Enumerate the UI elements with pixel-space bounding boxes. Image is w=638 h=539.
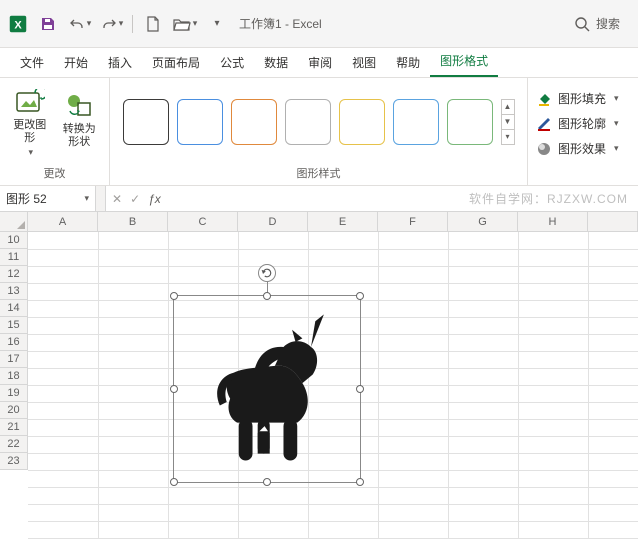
shape-fill-button[interactable]: 图形填充▾	[536, 90, 619, 107]
resize-handle-ne[interactable]	[356, 292, 364, 300]
column-headers[interactable]: ABCDEFGH	[28, 212, 638, 232]
gallery-up-icon[interactable]: ▲	[502, 100, 514, 115]
resize-handle-n[interactable]	[263, 292, 271, 300]
row-header[interactable]: 11	[0, 249, 28, 266]
cancel-icon[interactable]: ✕	[112, 192, 122, 206]
row-header[interactable]: 10	[0, 232, 28, 249]
change-graphic-button[interactable]: 更改图形▾	[8, 87, 52, 157]
column-header[interactable]: H	[518, 212, 588, 232]
tab-file[interactable]: 文件	[10, 48, 54, 77]
redo-button[interactable]: ▾	[98, 10, 126, 38]
column-header[interactable]: A	[28, 212, 98, 232]
undo-button[interactable]: ▾	[66, 10, 94, 38]
qat-customize-button[interactable]: ▾	[203, 10, 231, 38]
style-preset-0[interactable]	[123, 99, 169, 145]
style-preset-5[interactable]	[393, 99, 439, 145]
style-preset-6[interactable]	[447, 99, 493, 145]
row-header[interactable]: 19	[0, 385, 28, 402]
gallery-down-icon[interactable]: ▼	[502, 115, 514, 130]
formula-bar[interactable]: ✕ ✓ ƒx 软件自学网：RJZXW.COM	[106, 186, 638, 211]
tab-shape-format[interactable]: 图形格式	[430, 46, 498, 77]
document-title: 工作簿1 - Excel	[239, 15, 322, 32]
tab-view[interactable]: 视图	[342, 48, 386, 77]
tab-page-layout[interactable]: 页面布局	[142, 48, 210, 77]
resize-handle-nw[interactable]	[170, 292, 178, 300]
row-header[interactable]: 23	[0, 453, 28, 470]
excel-logo-icon: X	[6, 12, 30, 36]
row-header[interactable]: 12	[0, 266, 28, 283]
style-preset-4[interactable]	[339, 99, 385, 145]
row-header[interactable]: 20	[0, 402, 28, 419]
column-header[interactable]: F	[378, 212, 448, 232]
resize-handle-e[interactable]	[356, 385, 364, 393]
shape-effects-icon	[536, 141, 552, 157]
watermark-text: 软件自学网：RJZXW.COM	[469, 190, 628, 207]
gallery-scroll[interactable]: ▲ ▼ ▾	[501, 99, 515, 145]
row-header[interactable]: 21	[0, 419, 28, 436]
rotate-handle[interactable]	[258, 264, 276, 282]
unicorn-graphic[interactable]	[182, 304, 354, 479]
worksheet-area: ABCDEFGH 1011121314151617181920212223	[0, 212, 638, 538]
shape-effects-button[interactable]: 图形效果▾	[536, 140, 619, 157]
tab-insert[interactable]: 插入	[98, 48, 142, 77]
resize-handle-sw[interactable]	[170, 478, 178, 486]
search-box[interactable]: 搜索	[562, 11, 632, 36]
shape-styles-gallery[interactable]: ▲ ▼ ▾	[123, 99, 515, 145]
resize-handle-w[interactable]	[170, 385, 178, 393]
style-preset-1[interactable]	[177, 99, 223, 145]
shape-fill-icon	[536, 91, 552, 107]
tab-data[interactable]: 数据	[254, 48, 298, 77]
tab-review[interactable]: 审阅	[298, 48, 342, 77]
convert-to-shape-button[interactable]: 转换为形状	[58, 87, 102, 157]
ribbon-group-styles-label: 图形样式	[110, 165, 527, 185]
gallery-more-icon[interactable]: ▾	[502, 130, 514, 144]
ribbon-group-change-label: 更改	[0, 165, 109, 185]
row-header[interactable]: 22	[0, 436, 28, 453]
row-header[interactable]: 13	[0, 283, 28, 300]
row-header[interactable]: 15	[0, 317, 28, 334]
search-icon	[574, 16, 590, 32]
column-header[interactable]: D	[238, 212, 308, 232]
svg-text:X: X	[14, 19, 22, 31]
shape-selection-frame[interactable]	[173, 295, 361, 483]
new-file-button[interactable]	[139, 10, 167, 38]
tab-formulas[interactable]: 公式	[210, 48, 254, 77]
style-preset-3[interactable]	[285, 99, 331, 145]
select-all-button[interactable]	[0, 212, 28, 232]
row-headers[interactable]: 1011121314151617181920212223	[0, 232, 28, 470]
tab-help[interactable]: 帮助	[386, 48, 430, 77]
style-preset-2[interactable]	[231, 99, 277, 145]
shape-outline-button[interactable]: 图形轮廓▾	[536, 115, 619, 132]
column-header[interactable]: G	[448, 212, 518, 232]
fx-icon[interactable]: ƒx	[148, 192, 161, 206]
chevron-down-icon[interactable]: ▾	[84, 193, 89, 204]
row-header[interactable]: 18	[0, 368, 28, 385]
quick-access-toolbar: X ▾ ▾ ▾ ▾	[6, 10, 231, 38]
resize-handle-se[interactable]	[356, 478, 364, 486]
column-header[interactable]: E	[308, 212, 378, 232]
enter-icon[interactable]: ✓	[130, 192, 140, 206]
name-box[interactable]: 图形 52 ▾	[0, 186, 96, 211]
ribbon-tabs: 文件 开始 插入 页面布局 公式 数据 审阅 视图 帮助 图形格式	[0, 48, 638, 78]
open-button[interactable]: ▾	[171, 10, 199, 38]
column-header[interactable]: B	[98, 212, 168, 232]
row-header[interactable]: 14	[0, 300, 28, 317]
ribbon: 更改图形▾ 转换为形状 更改 ▲ ▼ ▾ 图形样式	[0, 78, 638, 186]
title-bar: X ▾ ▾ ▾ ▾ 工作簿1 - Excel 搜索	[0, 0, 638, 48]
convert-to-shape-icon	[63, 89, 95, 121]
row-header[interactable]: 17	[0, 351, 28, 368]
resize-handle-s[interactable]	[263, 478, 271, 486]
formula-bar-row: 图形 52 ▾ ✕ ✓ ƒx 软件自学网：RJZXW.COM	[0, 186, 638, 212]
shape-outline-icon	[536, 116, 552, 132]
tab-home[interactable]: 开始	[54, 48, 98, 77]
change-graphic-icon	[14, 89, 46, 117]
save-button[interactable]	[34, 10, 62, 38]
search-placeholder: 搜索	[596, 15, 620, 32]
column-header[interactable]: C	[168, 212, 238, 232]
row-header[interactable]: 16	[0, 334, 28, 351]
